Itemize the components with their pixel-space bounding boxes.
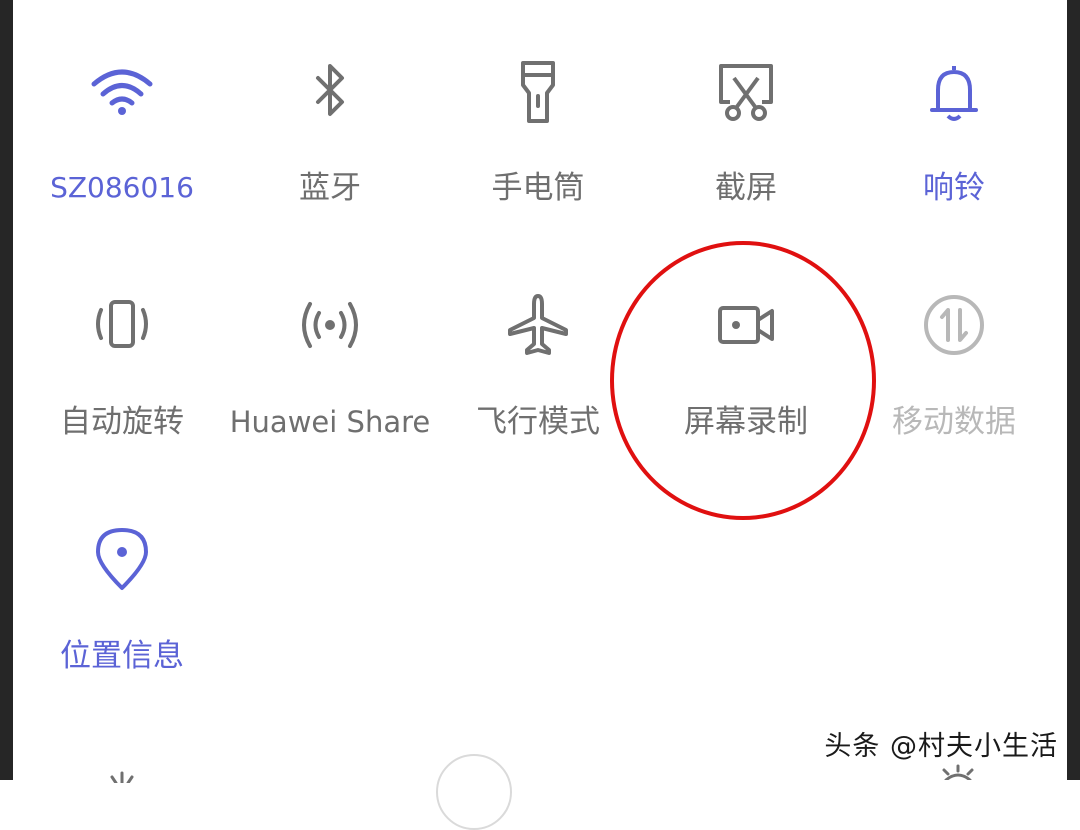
mobile-data-icon <box>918 290 990 362</box>
flashlight-icon <box>502 58 574 130</box>
screenshot-scissors-icon <box>710 58 782 130</box>
auto-rotate-icon <box>86 290 158 362</box>
tile-screenshot[interactable]: 截屏 <box>646 58 846 258</box>
bell-icon <box>918 58 990 130</box>
location-pin-icon <box>86 524 158 596</box>
tile-label: 自动旋转 <box>60 404 184 440</box>
screen-edge-right <box>1067 0 1080 780</box>
tile-label: SZ086016 <box>50 171 194 204</box>
brightness-low-icon <box>102 768 142 785</box>
highlight-circle <box>610 241 876 520</box>
tile-flashlight[interactable]: 手电筒 <box>438 58 638 258</box>
tile-ringer[interactable]: 响铃 <box>854 58 1054 258</box>
tile-mobile-data[interactable]: 移动数据 <box>854 290 1054 490</box>
tile-auto-rotate[interactable]: 自动旋转 <box>22 290 222 490</box>
tile-label: 位置信息 <box>60 638 184 674</box>
tile-label: 截屏 <box>715 170 777 206</box>
airplane-icon <box>502 290 574 362</box>
brightness-high-icon <box>936 764 980 782</box>
brightness-slider-handle[interactable] <box>436 754 512 830</box>
tile-airplane-mode[interactable]: 飞行模式 <box>438 290 638 490</box>
tile-location[interactable]: 位置信息 <box>22 524 222 724</box>
tile-wifi[interactable]: SZ086016 <box>22 58 222 258</box>
tile-label: 手电筒 <box>491 170 585 206</box>
tile-label: 响铃 <box>923 170 985 206</box>
tile-huawei-share[interactable]: Huawei Share <box>230 290 430 490</box>
tile-label: 蓝牙 <box>299 170 361 206</box>
bluetooth-icon <box>294 58 366 130</box>
watermark-text: 头条 @村夫小生活 <box>824 731 1058 762</box>
tile-bluetooth[interactable]: 蓝牙 <box>230 58 430 258</box>
tile-label: Huawei Share <box>229 405 431 439</box>
wifi-icon <box>86 58 158 130</box>
huawei-share-icon <box>294 290 366 362</box>
